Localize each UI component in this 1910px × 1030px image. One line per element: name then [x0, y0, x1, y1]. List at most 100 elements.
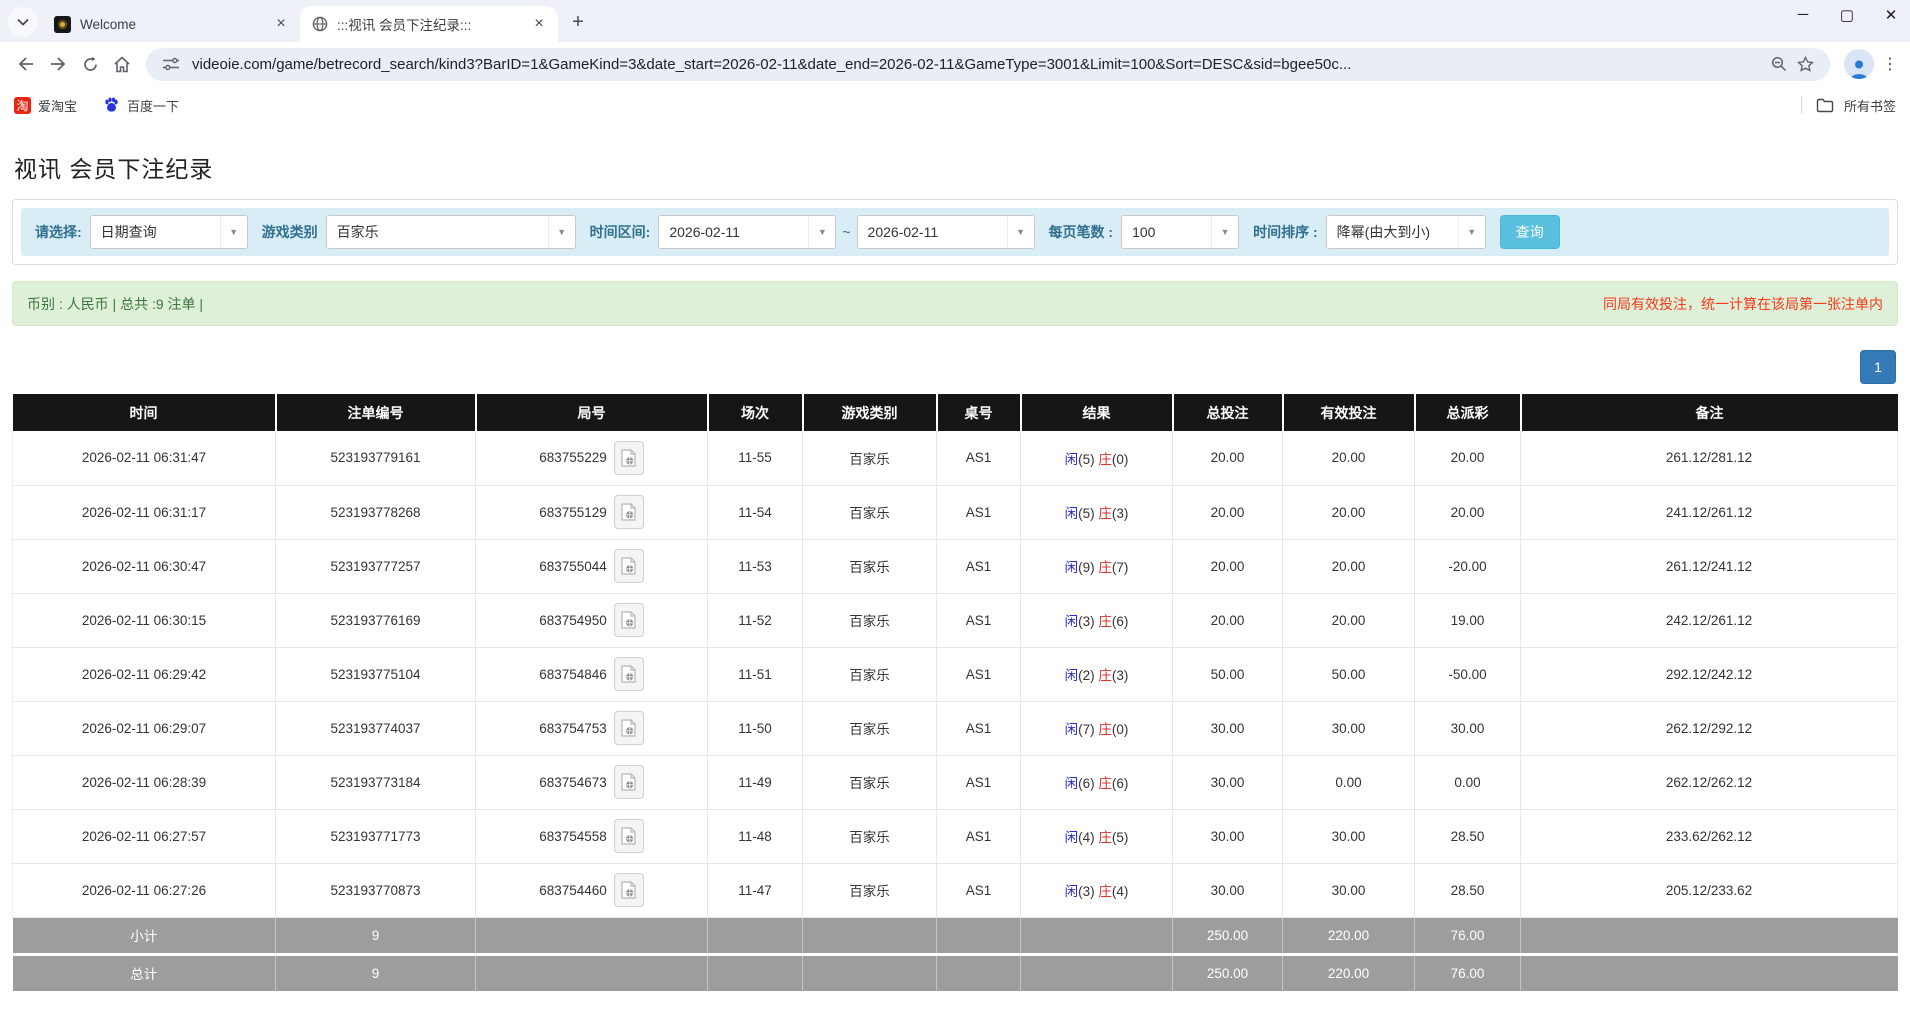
valid-bet-cell: 20.00: [1283, 593, 1415, 647]
bet-table-body: 2026-02-11 06:31:47523193779161683755229…: [13, 431, 1898, 917]
total-bet-cell: 30.00: [1173, 701, 1283, 755]
game-kind-cell: 百家乐: [803, 755, 937, 809]
table-row: 2026-02-11 06:27:57523193771773683754558…: [13, 809, 1898, 863]
column-header: 桌号: [937, 394, 1021, 431]
profile-avatar[interactable]: [1844, 49, 1874, 79]
column-header: 备注: [1521, 394, 1898, 431]
tab-close-icon[interactable]: ×: [272, 15, 290, 33]
film-icon: [621, 827, 636, 845]
tab-welcome[interactable]: Welcome ×: [42, 6, 300, 42]
zoom-icon[interactable]: [1766, 56, 1792, 72]
date-end-value: 2026-02-11: [858, 216, 1007, 248]
tab-search-button[interactable]: [8, 7, 38, 37]
remark-cell: 205.12/233.62: [1521, 863, 1898, 917]
taobao-icon: 淘: [14, 97, 31, 114]
video-replay-button[interactable]: [614, 657, 644, 691]
session-cell: 11-54: [708, 485, 803, 539]
per-page-value: 100: [1122, 216, 1211, 248]
film-icon: [621, 611, 636, 629]
round-no-cell: 683755129: [476, 485, 708, 539]
all-bookmarks[interactable]: 所有书签: [1801, 96, 1896, 115]
remark-cell: 262.12/292.12: [1521, 701, 1898, 755]
bet-table-footer: 小计9250.00220.0076.00总计9250.00220.0076.00: [13, 917, 1898, 991]
new-tab-button[interactable]: +: [564, 8, 592, 36]
menu-icon[interactable]: ⋮: [1880, 54, 1900, 74]
valid-bet-cell: 30.00: [1283, 863, 1415, 917]
forward-button[interactable]: [42, 48, 74, 80]
time-cell: 2026-02-11 06:27:57: [13, 809, 276, 863]
total-bet-cell: 20.00: [1173, 431, 1283, 485]
search-button[interactable]: 查询: [1500, 215, 1560, 249]
divider: [1801, 96, 1802, 114]
close-window-button[interactable]: ✕: [1882, 6, 1900, 24]
chevron-down-icon: ▼: [1458, 216, 1485, 248]
date-end-select[interactable]: 2026-02-11 ▼: [857, 215, 1035, 249]
info-notice: 同局有效投注，统一计算在该局第一张注单内: [1603, 294, 1883, 314]
tune-icon[interactable]: [158, 57, 184, 71]
game-kind-label: 游戏类别: [262, 222, 318, 242]
session-cell: 11-48: [708, 809, 803, 863]
total-bet-cell: 20.00: [1173, 539, 1283, 593]
date-start-value: 2026-02-11: [659, 216, 808, 248]
maximize-button[interactable]: ▢: [1838, 6, 1856, 24]
result-cell: 闲(5) 庄(3): [1021, 485, 1173, 539]
per-page-select[interactable]: 100 ▼: [1121, 215, 1239, 249]
game-kind-cell: 百家乐: [803, 647, 937, 701]
film-icon: [621, 449, 636, 467]
column-header: 时间: [13, 394, 276, 431]
payout-cell: 20.00: [1415, 431, 1521, 485]
address-bar[interactable]: videoie.com/game/betrecord_search/kind3?…: [146, 48, 1830, 81]
time-cell: 2026-02-11 06:30:15: [13, 593, 276, 647]
video-replay-button[interactable]: [614, 711, 644, 745]
chevron-down-icon: ▼: [1007, 216, 1034, 248]
column-header: 场次: [708, 394, 803, 431]
table-row: 2026-02-11 06:30:15523193776169683754950…: [13, 593, 1898, 647]
minimize-button[interactable]: ─: [1794, 6, 1812, 24]
date-tilde: ~: [842, 224, 850, 240]
video-replay-button[interactable]: [614, 441, 644, 475]
bookmark-star-icon[interactable]: [1792, 56, 1818, 72]
bookmark-baidu[interactable]: 百度一下: [103, 96, 179, 115]
total-bet-cell: 30.00: [1173, 755, 1283, 809]
valid-bet-cell: 30.00: [1283, 809, 1415, 863]
game-kind-cell: 百家乐: [803, 593, 937, 647]
tab-betrecord[interactable]: :::视讯 会员下注纪录::: ×: [300, 6, 558, 42]
bet-no-cell: 523193779161: [276, 431, 476, 485]
game-kind-select[interactable]: 百家乐 ▼: [326, 215, 576, 249]
time-cell: 2026-02-11 06:27:26: [13, 863, 276, 917]
home-button[interactable]: [106, 48, 138, 80]
chevron-down-icon: ▼: [808, 216, 835, 248]
payout-cell: 30.00: [1415, 701, 1521, 755]
round-no-cell: 683755229: [476, 431, 708, 485]
url-text[interactable]: videoie.com/game/betrecord_search/kind3?…: [192, 56, 1756, 73]
table-row: 2026-02-11 06:30:47523193777257683755044…: [13, 539, 1898, 593]
column-header: 注单编号: [276, 394, 476, 431]
video-replay-button[interactable]: [614, 603, 644, 637]
valid-bet-cell: 20.00: [1283, 431, 1415, 485]
table-no-cell: AS1: [937, 431, 1021, 485]
footer-label: 总计: [13, 954, 276, 991]
query-type-select[interactable]: 日期查询 ▼: [90, 215, 248, 249]
sort-select[interactable]: 降幂(由大到小) ▼: [1326, 215, 1486, 249]
session-cell: 11-53: [708, 539, 803, 593]
result-cell: 闲(6) 庄(6): [1021, 755, 1173, 809]
pagination: 1: [12, 350, 1896, 384]
video-replay-button[interactable]: [614, 549, 644, 583]
chevron-down-icon: ▼: [220, 216, 247, 248]
filter-bar: 请选择: 日期查询 ▼ 游戏类别 百家乐 ▼ 时间区间: 2026-02-11 …: [21, 208, 1889, 256]
back-button[interactable]: [10, 48, 42, 80]
video-replay-button[interactable]: [614, 873, 644, 907]
result-cell: 闲(3) 庄(4): [1021, 863, 1173, 917]
page-1-button[interactable]: 1: [1860, 350, 1896, 384]
valid-bet-cell: 20.00: [1283, 539, 1415, 593]
table-row: 2026-02-11 06:28:39523193773184683754673…: [13, 755, 1898, 809]
video-replay-button[interactable]: [614, 495, 644, 529]
total-bet-cell: 20.00: [1173, 485, 1283, 539]
bookmark-taobao[interactable]: 淘 爱淘宝: [14, 96, 77, 115]
date-start-select[interactable]: 2026-02-11 ▼: [658, 215, 836, 249]
bet-no-cell: 523193773184: [276, 755, 476, 809]
video-replay-button[interactable]: [614, 819, 644, 853]
video-replay-button[interactable]: [614, 765, 644, 799]
reload-button[interactable]: [74, 48, 106, 80]
tab-close-icon[interactable]: ×: [530, 15, 548, 33]
